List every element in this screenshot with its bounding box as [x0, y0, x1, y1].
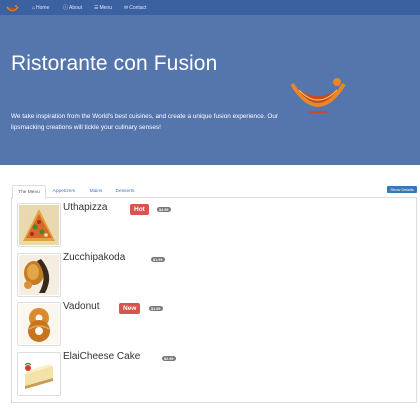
- price-badge: $4.99: [157, 207, 171, 212]
- info-icon: ⓘ: [63, 5, 69, 11]
- dish-image-cheesecake: [17, 352, 61, 396]
- nav-menu[interactable]: ☰ Menu: [94, 0, 112, 15]
- list-icon: ☰: [94, 4, 99, 11]
- dish-name: Zucchipakoda: [63, 252, 126, 263]
- tab-the-menu[interactable]: The Menu: [12, 185, 46, 199]
- price-badge: $2.99: [162, 356, 176, 361]
- tab-content: Uthapizza Hot $4.99 Zucchipakoda $1.99 V…: [11, 198, 417, 403]
- menu-panel: The Menu Appetizers Mains Desserts Uthap…: [11, 183, 417, 403]
- nav-about[interactable]: ⓘ About: [63, 0, 82, 15]
- nav-home-label: Home: [36, 4, 50, 11]
- price-badge: $1.99: [151, 257, 165, 262]
- page-title: Ristorante con Fusion: [11, 52, 218, 75]
- navbar: ⌂ Home ⓘ About ☰ Menu ✉ Contact: [0, 0, 420, 15]
- new-label: New: [119, 303, 141, 314]
- dish-image-pizza: [17, 203, 61, 247]
- restaurant-logo-icon[interactable]: [6, 2, 19, 13]
- tab-desserts[interactable]: Desserts: [112, 185, 138, 198]
- nav-contact-label: Contact: [129, 4, 147, 11]
- nav-home[interactable]: ⌂ Home: [32, 0, 49, 15]
- home-icon: ⌂: [32, 4, 36, 11]
- nav-about-label: About: [69, 4, 83, 11]
- jumbotron-description: We take inspiration from the World's bes…: [11, 113, 279, 131]
- list-item[interactable]: Vadonut New $1.99: [17, 301, 357, 347]
- nav-contact[interactable]: ✉ Contact: [124, 0, 146, 15]
- hot-label: Hot: [130, 204, 149, 215]
- dish-image-donut: [17, 302, 61, 346]
- jumbotron: Ristorante con Fusion We take inspiratio…: [0, 15, 420, 165]
- dish-image-pakoda: [17, 253, 61, 297]
- dish-name: Uthapizza: [63, 202, 108, 213]
- tab-appetizers[interactable]: Appetizers: [48, 185, 80, 198]
- dish-name: Vadonut: [63, 301, 100, 312]
- list-item[interactable]: Zucchipakoda $1.99: [17, 252, 357, 298]
- dish-name: ElaiCheese Cake: [63, 351, 141, 362]
- list-item[interactable]: ElaiCheese Cake $2.99: [17, 351, 357, 397]
- price-badge: $1.99: [149, 306, 163, 311]
- envelope-icon: ✉: [124, 4, 129, 11]
- nav-menu-label: Menu: [99, 4, 112, 11]
- menu-tabs: The Menu Appetizers Mains Desserts: [11, 183, 417, 199]
- tab-mains[interactable]: Mains: [86, 185, 106, 198]
- restaurant-logo: [289, 76, 347, 120]
- list-item[interactable]: Uthapizza Hot $4.99: [17, 202, 357, 248]
